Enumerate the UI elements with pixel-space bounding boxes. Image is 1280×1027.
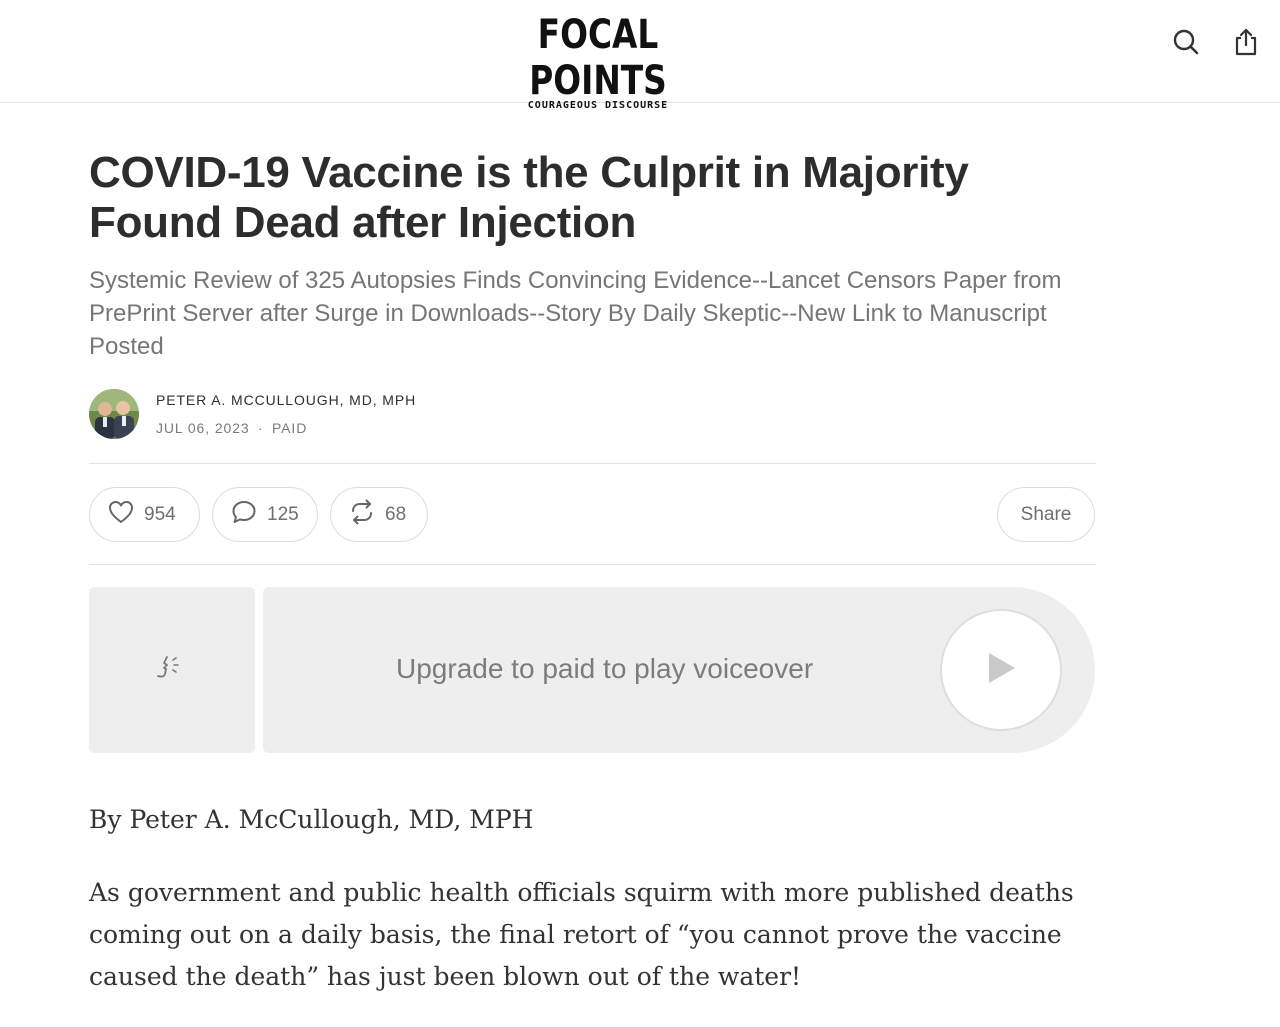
divider-top — [89, 463, 1096, 464]
post-meta: JUL 06, 2023 ∙ PAID — [156, 417, 416, 439]
author-byline: PETER A. MCCULLOUGH, MD, MPH JUL 06, 202… — [89, 388, 416, 440]
search-icon[interactable] — [1168, 24, 1204, 60]
voiceover-upgrade-label[interactable]: Upgrade to paid to play voiceover — [396, 653, 813, 685]
restack-count: 68 — [385, 503, 407, 525]
share-upload-icon[interactable] — [1228, 24, 1264, 60]
publication-logo[interactable]: FOCAL POINTS COURAGEOUS DISCOURSE — [440, 12, 756, 111]
top-navigation-bar: FOCAL POINTS COURAGEOUS DISCOURSE — [0, 0, 1280, 111]
article-paragraph: As government and public health official… — [89, 878, 1074, 991]
access-badge: PAID — [271, 420, 308, 436]
post-date: JUL 06, 2023 — [156, 420, 250, 436]
logo-title: FOCAL POINTS — [529, 12, 667, 104]
author-name[interactable]: PETER A. MCCULLOUGH, MD, MPH — [156, 389, 416, 411]
comment-button[interactable]: 125 — [212, 487, 318, 542]
article-title: COVID-19 Vaccine is the Culprit in Major… — [89, 148, 969, 247]
article-byline-text: By Peter A. McCullough, MD, MPH — [89, 805, 534, 834]
author-avatar[interactable] — [89, 389, 139, 439]
voiceover-player: Upgrade to paid to play voiceover — [263, 587, 1095, 753]
article-subtitle: Systemic Review of 325 Autopsies Finds C… — [89, 267, 1062, 360]
divider-bottom — [89, 564, 1096, 565]
heart-icon — [108, 500, 134, 529]
like-count: 954 — [144, 503, 176, 525]
restack-button[interactable]: 68 — [330, 487, 428, 542]
meta-separator: ∙ — [258, 420, 264, 436]
comment-count: 125 — [267, 503, 299, 525]
play-button[interactable] — [940, 609, 1062, 731]
voiceover-thumbnail — [89, 587, 255, 753]
comment-bubble-icon — [231, 499, 257, 530]
restack-icon — [349, 499, 375, 530]
like-button[interactable]: 954 — [89, 487, 200, 542]
voice-speaking-icon — [155, 653, 189, 688]
share-button[interactable]: Share — [997, 487, 1095, 542]
play-icon — [984, 650, 1018, 691]
